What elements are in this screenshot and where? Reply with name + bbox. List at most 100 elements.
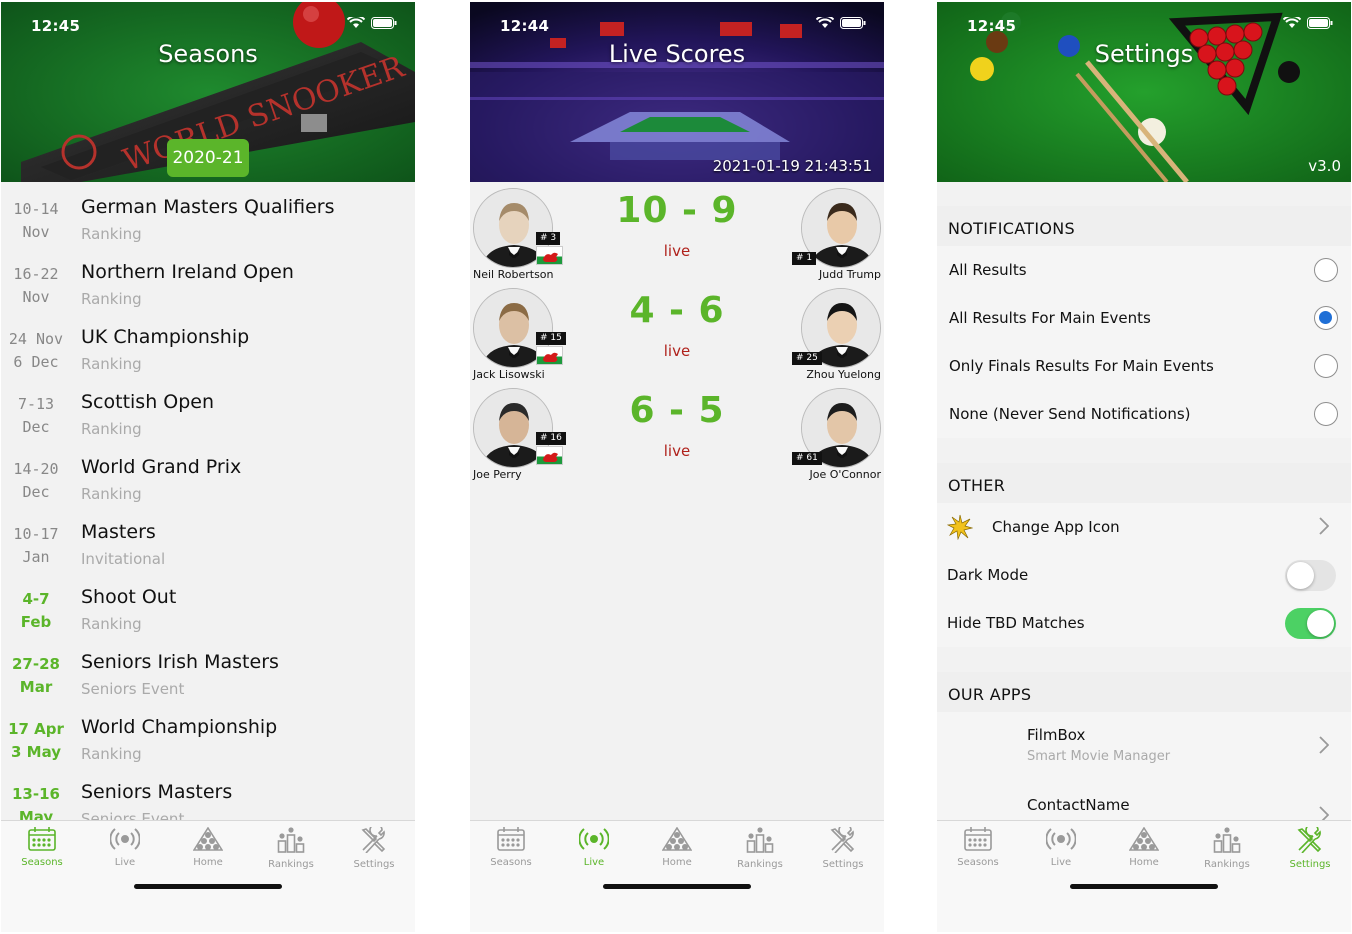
change-app-icon-row[interactable]: Change App Icon — [937, 503, 1351, 551]
match-row[interactable]: # 3 Neil Robertson 10 - 9 live # 1 Judd Trump — [470, 186, 884, 286]
sun-icon — [947, 514, 973, 540]
player-rank-badge: # 61 — [792, 452, 822, 465]
tab-settings[interactable]: Settings — [1269, 827, 1351, 870]
event-date-end: Dec — [22, 483, 50, 501]
last-updated-timestamp: 2021-01-19 21:43:51 — [712, 157, 872, 175]
event-row[interactable]: 7-13 Dec Scottish Open Ranking — [1, 377, 415, 442]
event-date-end: 3 May — [10, 743, 62, 761]
tab-label: Home — [193, 857, 223, 868]
tab-seasons[interactable]: Seasons — [937, 827, 1019, 868]
event-date-start: 4-7 — [22, 590, 50, 608]
event-row[interactable]: 13-16 May Seniors Masters Seniors Event — [1, 767, 415, 820]
event-row[interactable]: 10-14 Nov German Masters Qualifiers Ranking — [1, 182, 415, 247]
tab-live[interactable]: Live — [553, 827, 635, 868]
battery-icon — [371, 17, 397, 29]
match-row[interactable]: # 16 Joe Perry 6 - 5 live # 61 Joe O'Connor — [470, 386, 884, 486]
tab-label: Home — [662, 857, 692, 868]
events-list[interactable]: 10-14 Nov German Masters Qualifiers Ranking… — [1, 182, 415, 820]
radio-button[interactable] — [1314, 258, 1338, 282]
event-name: Masters — [81, 521, 156, 543]
wifi-icon — [816, 17, 834, 28]
balls-rack-icon — [636, 827, 718, 851]
event-row[interactable]: 4-7 Feb Shoot Out Ranking — [1, 572, 415, 637]
tab-live[interactable]: Live — [84, 827, 166, 868]
tab-rankings[interactable]: Rankings — [1186, 827, 1268, 870]
event-date-end: Nov — [22, 288, 50, 306]
event-row[interactable]: 16-22 Nov Northern Ireland Open Ranking — [1, 247, 415, 312]
tools-icon — [802, 827, 884, 853]
player-name: Joe Perry — [473, 468, 522, 481]
live-scores-screen: 12:44 Live Scores 2021-01-19 21:43:51 # … — [470, 2, 884, 932]
tab-settings[interactable]: Settings — [333, 827, 415, 870]
tab-label: Settings — [822, 859, 864, 870]
event-type: Ranking — [81, 615, 142, 633]
event-row[interactable]: 24 Nov 6 Dec UK Championship Ranking — [1, 312, 415, 377]
live-broadcast-icon — [84, 827, 166, 851]
balls-rack-icon — [167, 827, 249, 851]
notification-option-label: All Results — [949, 261, 1027, 279]
event-dates: 4-7 Feb — [1, 588, 71, 634]
tab-rankings[interactable]: Rankings — [250, 827, 332, 870]
event-type: Ranking — [81, 420, 142, 438]
event-type: Ranking — [81, 355, 142, 373]
notification-option-row[interactable]: All Results — [937, 246, 1351, 294]
tab-label: Seasons — [957, 857, 999, 868]
event-dates: 17 Apr 3 May — [1, 718, 71, 764]
notification-option-row[interactable]: All Results For Main Events — [937, 294, 1351, 342]
notification-option-row[interactable]: None (Never Send Notifications) — [937, 390, 1351, 438]
tab-seasons[interactable]: Seasons — [470, 827, 552, 868]
our-apps-section-header: OUR APPS — [937, 672, 1351, 712]
event-dates: 16-22 Nov — [1, 263, 71, 309]
chevron-right-icon — [1319, 517, 1329, 535]
calendar-icon — [937, 827, 1019, 851]
tab-label: Rankings — [737, 859, 783, 870]
event-dates: 13-16 May — [1, 783, 71, 820]
hide-tbd-toggle[interactable] — [1285, 608, 1336, 639]
event-date-end: Jan — [22, 548, 50, 566]
radio-button[interactable] — [1314, 354, 1338, 378]
chevron-right-icon — [1319, 736, 1329, 754]
tab-home[interactable]: Home — [1103, 827, 1185, 868]
tab-home[interactable]: Home — [636, 827, 718, 868]
event-row[interactable]: 27-28 Mar Seniors Irish Masters Seniors Eve… — [1, 637, 415, 702]
notification-option-label: Only Finals Results For Main Events — [949, 357, 1214, 375]
rankings-podium-icon — [1186, 827, 1268, 853]
notification-option-row[interactable]: Only Finals Results For Main Events — [937, 342, 1351, 390]
home-indicator — [603, 884, 751, 889]
event-type: Ranking — [81, 745, 142, 763]
tab-bar: Seasons Live Home Rankings Settings — [937, 820, 1351, 932]
change-app-icon-label: Change App Icon — [992, 518, 1120, 536]
event-row[interactable]: 10-17 Jan Masters Invitational — [1, 507, 415, 572]
tab-bar: Seasons Live Home Rankings Settings — [1, 820, 415, 932]
rankings-podium-icon — [719, 827, 801, 853]
event-type: Ranking — [81, 485, 142, 503]
dark-mode-toggle[interactable] — [1285, 560, 1336, 591]
tab-seasons[interactable]: Seasons — [1, 827, 83, 868]
tab-live[interactable]: Live — [1020, 827, 1102, 868]
radio-button[interactable] — [1314, 306, 1338, 330]
tab-label: Rankings — [1204, 859, 1250, 870]
tab-home[interactable]: Home — [167, 827, 249, 868]
page-title: Seasons — [158, 40, 258, 68]
tools-icon — [1269, 827, 1351, 853]
event-row[interactable]: 17 Apr 3 May World Championship Ranking — [1, 702, 415, 767]
event-date-start: 10-17 — [13, 525, 59, 543]
wifi-icon — [1283, 17, 1301, 28]
season-selector-button[interactable]: 2020-21 — [167, 139, 249, 177]
radio-button[interactable] — [1314, 402, 1338, 426]
app-row[interactable]: FilmBox Smart Movie Manager — [937, 712, 1351, 782]
notifications-section-header: NOTIFICATIONS — [937, 206, 1351, 246]
tab-rankings[interactable]: Rankings — [719, 827, 801, 870]
home-indicator — [134, 884, 282, 889]
tab-label: Settings — [353, 859, 395, 870]
event-date-end: 6 Dec — [13, 353, 59, 371]
event-name: Northern Ireland Open — [81, 261, 294, 283]
event-date-end: Dec — [22, 418, 50, 436]
app-name: ContactName — [1027, 796, 1130, 814]
tab-settings[interactable]: Settings — [802, 827, 884, 870]
match-row[interactable]: # 15 Jack Lisowski 4 - 6 live # 25 Zhou Yuelo… — [470, 286, 884, 386]
event-row[interactable]: 14-20 Dec World Grand Prix Ranking — [1, 442, 415, 507]
notification-option-label: None (Never Send Notifications) — [949, 405, 1191, 423]
event-type: Ranking — [81, 290, 142, 308]
event-type: Invitational — [81, 550, 166, 568]
